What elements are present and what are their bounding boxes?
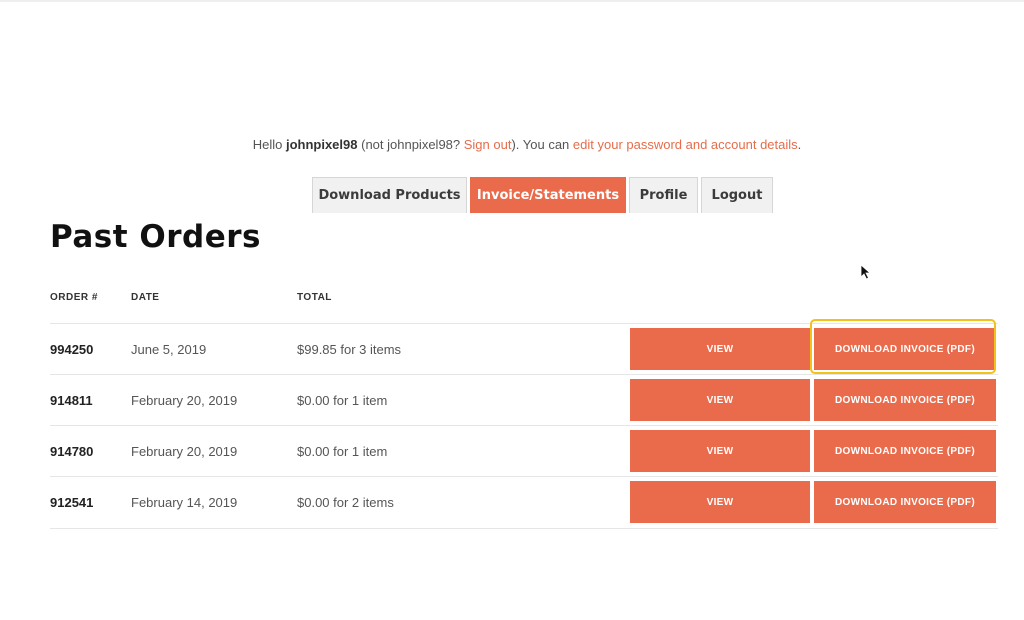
top-divider [0,0,1024,2]
order-number: 914811 [50,393,93,408]
greeting-username: johnpixel98 [285,137,358,152]
greeting-middle: ). You can [511,137,573,152]
order-row: 994250 June 5, 2019 $99.85 for 3 items V… [50,323,998,375]
view-order-button[interactable]: VIEW [630,430,810,472]
order-row: 912541 February 14, 2019 $0.00 for 2 ite… [50,476,998,529]
account-tabs: Download Products Invoice/Statements Pro… [312,177,773,213]
tab-invoice-statements[interactable]: Invoice/Statements [470,177,626,213]
account-greeting: Hello johnpixel98 (not johnpixel98? Sign… [0,137,1024,152]
order-date: February 20, 2019 [131,444,238,459]
greeting-suffix: . [797,137,802,152]
greeting-not-user: (not johnpixel98? [357,137,464,152]
download-invoice-button[interactable]: DOWNLOAD INVOICE (PDF) [814,481,996,523]
greeting-prefix: Hello [252,137,286,152]
column-header-order: ORDER # [50,292,98,303]
download-invoice-button[interactable]: DOWNLOAD INVOICE (PDF) [814,328,996,370]
mouse-pointer-icon [860,264,872,280]
column-header-total: TOTAL [297,292,332,303]
order-date: February 14, 2019 [131,495,238,510]
order-number: 914780 [50,444,94,459]
download-invoice-button[interactable]: DOWNLOAD INVOICE (PDF) [814,430,996,472]
view-order-button[interactable]: VIEW [630,328,810,370]
order-number: 994250 [50,342,94,357]
sign-out-link[interactable]: Sign out [464,137,512,152]
order-total: $0.00 for 1 item [297,444,388,459]
view-order-button[interactable]: VIEW [630,379,810,421]
order-row: 914811 February 20, 2019 $0.00 for 1 ite… [50,374,998,426]
edit-account-link[interactable]: edit your password and account details [573,137,798,152]
order-number: 912541 [50,495,94,510]
page-title: Past Orders [50,219,261,255]
download-invoice-button[interactable]: DOWNLOAD INVOICE (PDF) [814,379,996,421]
order-date: June 5, 2019 [131,342,207,357]
tab-download-products[interactable]: Download Products [312,177,467,213]
order-total: $99.85 for 3 items [297,342,402,357]
order-total: $0.00 for 1 item [297,393,388,408]
order-date: February 20, 2019 [131,393,238,408]
order-row: 914780 February 20, 2019 $0.00 for 1 ite… [50,425,998,477]
column-header-date: DATE [131,292,160,303]
tab-logout[interactable]: Logout [701,177,773,213]
view-order-button[interactable]: VIEW [630,481,810,523]
tab-profile[interactable]: Profile [629,177,698,213]
order-total: $0.00 for 2 items [297,495,394,510]
